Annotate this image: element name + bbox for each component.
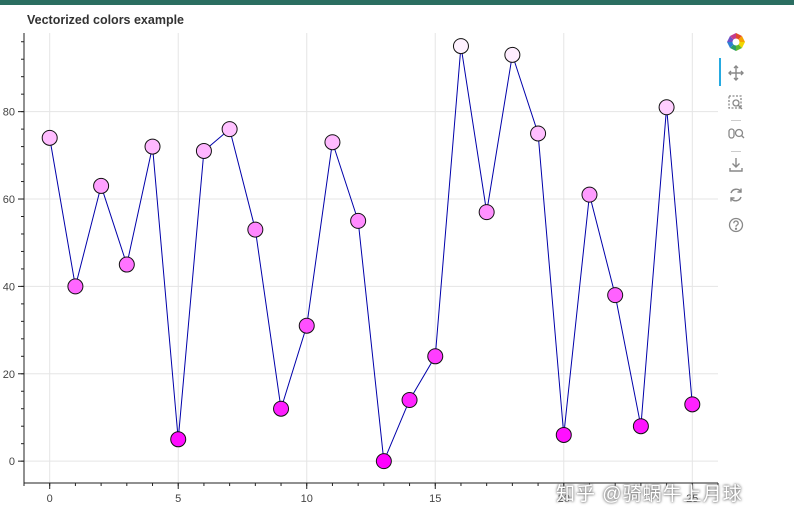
data-point (452, 38, 469, 55)
data-point (581, 186, 598, 203)
data-point (350, 212, 367, 229)
data-point (170, 431, 187, 448)
data-point (530, 125, 547, 142)
data-point (478, 204, 495, 221)
data-point (555, 426, 572, 443)
data-point (67, 278, 84, 295)
axes: 0 5 10 15 20 25020406080 (3, 33, 719, 505)
data-point (375, 453, 392, 470)
x-tick-label: 5 (175, 493, 181, 505)
y-tick-label: 80 (3, 107, 15, 119)
data-point (118, 256, 135, 273)
data-point (401, 391, 418, 408)
wheel-zoom-icon[interactable] (724, 122, 748, 146)
data-point (324, 134, 341, 151)
data-point (658, 99, 675, 116)
data-point (41, 129, 58, 146)
data-point (195, 142, 212, 159)
series-line (49, 46, 693, 462)
help-icon[interactable] (724, 213, 748, 237)
reset-icon[interactable] (724, 183, 748, 207)
pan-icon[interactable] (724, 61, 748, 85)
plot-area[interactable]: 0 5 10 15 20 25020406080 (0, 0, 794, 524)
series (41, 38, 701, 470)
bokeh-logo-icon[interactable] (724, 30, 748, 54)
save-icon[interactable] (724, 153, 748, 177)
y-tick-label: 0 (9, 456, 15, 468)
x-tick-label: 10 (301, 493, 313, 505)
watermark: 知乎 @骑蜗牛上月球 (556, 484, 743, 505)
data-point (93, 177, 110, 194)
data-point (427, 348, 444, 365)
data-point (144, 138, 161, 155)
data-point (684, 396, 701, 413)
data-point (298, 317, 315, 334)
y-tick-label: 60 (3, 194, 15, 206)
data-point (273, 400, 290, 417)
data-point (504, 46, 521, 63)
data-point (607, 287, 624, 304)
x-tick-label: 0 (47, 493, 53, 505)
data-point (221, 121, 238, 138)
toolbar (719, 30, 755, 250)
y-tick-label: 20 (3, 369, 15, 381)
data-point (247, 221, 264, 238)
x-tick-label: 15 (429, 493, 441, 505)
data-point (632, 418, 649, 435)
active-tool-indicator (719, 58, 721, 86)
y-tick-label: 40 (3, 281, 15, 293)
box-zoom-icon[interactable] (724, 91, 748, 115)
